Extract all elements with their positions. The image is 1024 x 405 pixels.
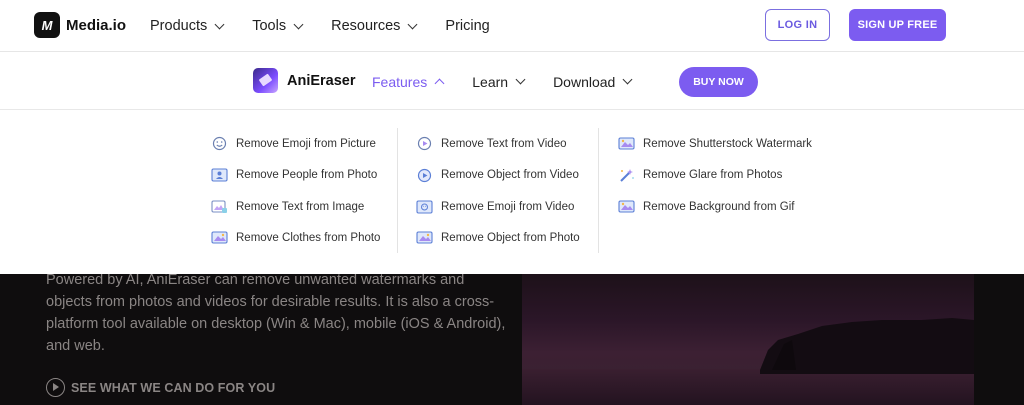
nav-resources[interactable]: Resources [331, 18, 418, 34]
anieraser-logo-icon [253, 68, 278, 93]
text-video-icon [416, 137, 433, 151]
subnav-download[interactable]: Download [553, 73, 633, 90]
chevron-up-icon [434, 78, 445, 89]
menu-item-remove-people-photo[interactable]: Remove People from Photo [211, 160, 380, 192]
hero-image [522, 274, 974, 405]
chevron-down-icon [622, 74, 633, 85]
hero-description: Powered by AI, AniEraser can remove unwa… [46, 274, 506, 354]
menu-item-label: Remove Emoji from Picture [236, 137, 376, 150]
login-button[interactable]: LOG IN [765, 9, 830, 41]
menu-item-label: Remove Text from Video [441, 137, 567, 150]
chevron-down-icon [293, 19, 304, 29]
watermark-icon [618, 137, 635, 151]
emoji-video-icon [416, 200, 433, 214]
subnav-learn[interactable]: Learn [472, 73, 526, 90]
subnav-features[interactable]: Features [372, 73, 445, 90]
product-nav: Features Learn Download [372, 53, 660, 110]
menu-item-label: Remove People from Photo [236, 169, 378, 182]
dropdown-column-other: Remove Shutterstock Watermark Remove Gla… [618, 128, 812, 223]
nav-pricing-label: Pricing [445, 18, 490, 34]
menu-item-remove-object-video[interactable]: Remove Object from Video [416, 160, 580, 192]
logo-text: Media.io [66, 16, 127, 34]
play-icon [46, 378, 65, 397]
product-name: AniEraser [287, 72, 356, 89]
menu-item-label: Remove Shutterstock Watermark [643, 137, 812, 150]
menu-item-label: Remove Emoji from Video [441, 200, 575, 213]
chevron-down-icon [407, 19, 418, 29]
features-dropdown: Remove Emoji from Picture Remove People … [0, 110, 1024, 274]
chevron-down-icon [515, 74, 526, 85]
nav-products[interactable]: Products [150, 18, 225, 34]
menu-item-remove-text-image[interactable]: Remove Text from Image [211, 191, 380, 223]
menu-item-label: Remove Text from Image [236, 200, 365, 213]
people-photo-icon [211, 168, 228, 182]
product-header: AniEraser Features Learn Download BUY NO… [0, 53, 1024, 110]
logo[interactable]: M Media.io [34, 12, 126, 38]
menu-item-remove-glare-photos[interactable]: Remove Glare from Photos [618, 160, 812, 192]
hero-cta-label: SEE WHAT WE CAN DO FOR YOU [71, 380, 276, 395]
menu-item-label: Remove Glare from Photos [643, 169, 783, 182]
menu-item-label: Remove Clothes from Photo [236, 232, 381, 245]
emoji-icon [211, 137, 228, 151]
menu-item-remove-emoji-video[interactable]: Remove Emoji from Video [416, 191, 580, 223]
menu-item-remove-clothes-photo[interactable]: Remove Clothes from Photo [211, 223, 380, 255]
column-divider [598, 128, 599, 253]
menu-item-remove-object-photo[interactable]: Remove Object from Photo [416, 223, 580, 255]
dropdown-column-video: Remove Text from Video Remove Object fro… [416, 128, 580, 254]
column-divider [397, 128, 398, 253]
hero-section: Powered by AI, AniEraser can remove unwa… [0, 274, 1024, 405]
see-what-we-can-do-link[interactable]: SEE WHAT WE CAN DO FOR YOU [46, 378, 275, 397]
menu-item-remove-shutterstock-watermark[interactable]: Remove Shutterstock Watermark [618, 128, 812, 160]
nav-resources-label: Resources [331, 18, 401, 34]
text-image-icon [211, 200, 228, 214]
subnav-learn-label: Learn [472, 73, 509, 90]
menu-item-remove-background-gif[interactable]: Remove Background from Gif [618, 191, 812, 223]
buy-now-button[interactable]: BUY NOW [679, 67, 758, 97]
nav-products-label: Products [150, 18, 208, 34]
signup-button[interactable]: SIGN UP FREE [849, 9, 946, 41]
subnav-features-label: Features [372, 73, 428, 90]
menu-item-label: Remove Object from Photo [441, 232, 580, 245]
logo-mark-icon: M [34, 12, 60, 38]
nav-pricing[interactable]: Pricing [445, 18, 489, 34]
nav-tools-label: Tools [252, 18, 287, 34]
coastline-image-icon [522, 318, 974, 405]
dropdown-column-photo: Remove Emoji from Picture Remove People … [211, 128, 380, 254]
product-brand[interactable]: AniEraser [253, 68, 356, 93]
object-video-icon [416, 168, 433, 182]
subnav-download-label: Download [553, 73, 616, 90]
top-header: M Media.io Products Tools Resources Pric… [0, 0, 1024, 52]
object-photo-icon [416, 231, 433, 245]
menu-item-label: Remove Background from Gif [643, 200, 795, 213]
nav-tools[interactable]: Tools [252, 18, 304, 34]
chevron-down-icon [214, 19, 225, 29]
magic-wand-icon [618, 168, 635, 182]
main-nav: Products Tools Resources Pricing [150, 0, 519, 52]
gif-background-icon [618, 200, 635, 214]
menu-item-remove-text-video[interactable]: Remove Text from Video [416, 128, 580, 160]
clothes-photo-icon [211, 231, 228, 245]
menu-item-remove-emoji-picture[interactable]: Remove Emoji from Picture [211, 128, 380, 160]
menu-item-label: Remove Object from Video [441, 169, 579, 182]
